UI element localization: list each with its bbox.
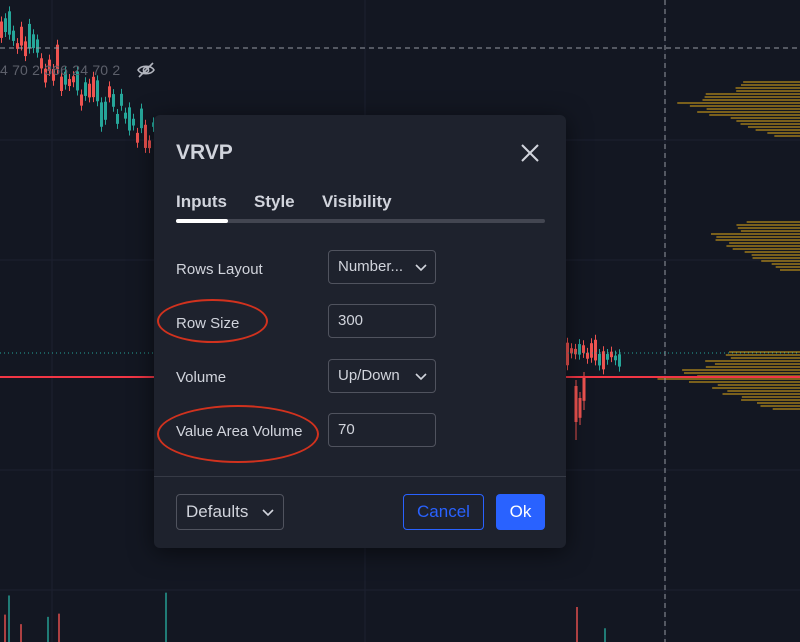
volume-bar [58, 613, 60, 642]
cancel-button[interactable]: Cancel [403, 494, 484, 530]
chevron-down-icon [415, 373, 427, 381]
candle-body [0, 21, 3, 38]
candle-body [80, 94, 83, 106]
candle-body [28, 23, 31, 49]
candle-body [32, 34, 35, 49]
rows-layout-value: Number... [338, 258, 404, 275]
candle-body [606, 354, 609, 360]
volume-bar [576, 606, 578, 642]
row-size-label: Row Size [176, 315, 240, 332]
candle-body [614, 355, 617, 361]
volume-label: Volume [176, 369, 227, 386]
candle-body [144, 124, 147, 148]
candle-body [594, 339, 597, 361]
tab-track [176, 219, 545, 223]
candle-body [566, 342, 569, 366]
dialog-title: VRVP [176, 141, 233, 164]
value-area-volume-input[interactable]: 70 [328, 413, 436, 447]
candle-body [96, 80, 99, 102]
candle-body [148, 140, 151, 149]
candle-body [88, 83, 91, 98]
candle-body [578, 398, 582, 418]
value-area-volume-label: Value Area Volume [176, 423, 303, 440]
volume-value: Up/Down [338, 367, 400, 384]
rows-layout-select[interactable]: Number... [328, 250, 436, 284]
candle-body [582, 345, 585, 353]
indicator-legend-values: 4 70 2 366 24 70 2 [0, 62, 121, 78]
tab-inputs[interactable]: Inputs [176, 192, 227, 212]
volume-select[interactable]: Up/Down [328, 359, 436, 393]
candle-body [12, 30, 15, 41]
close-icon[interactable] [516, 139, 544, 167]
chevron-down-icon [262, 509, 274, 517]
volume-bars [4, 592, 606, 642]
candle-body [618, 354, 621, 367]
candle-body [24, 41, 27, 57]
candle-body [8, 11, 11, 35]
candle-body [128, 107, 131, 131]
candle-body [582, 378, 586, 401]
candle-body [116, 113, 119, 124]
candle-body [84, 82, 87, 96]
candle-body [124, 112, 127, 119]
candle-body [100, 102, 103, 127]
volume-bar [604, 628, 606, 642]
candle-body [60, 76, 63, 92]
candle-body [108, 86, 111, 98]
defaults-dropdown[interactable]: Defaults [176, 494, 284, 530]
candle-body [610, 351, 613, 358]
ok-button[interactable]: Ok [496, 494, 545, 530]
candle-body [136, 132, 139, 143]
volume-bar [8, 595, 10, 642]
active-tab-indicator [176, 219, 228, 223]
candle-body [92, 76, 95, 98]
candle-body [574, 386, 578, 422]
candle-body [590, 343, 593, 358]
candle-body [120, 93, 123, 106]
candle-body [4, 18, 7, 33]
candle-body [112, 94, 115, 107]
volume-bar [47, 616, 49, 642]
tab-visibility[interactable]: Visibility [322, 192, 392, 212]
eye-off-icon[interactable] [136, 60, 156, 80]
volume-profile [657, 81, 800, 410]
candle-body [140, 108, 143, 129]
candle-body [598, 354, 601, 366]
chevron-down-icon [415, 264, 427, 272]
candle-body [602, 351, 605, 370]
volume-bar [165, 592, 167, 642]
footer-divider [154, 476, 566, 477]
row-size-input[interactable]: 300 [328, 304, 436, 338]
candle-body [68, 79, 71, 87]
candle-body [586, 352, 589, 359]
candle-body [132, 118, 135, 126]
rows-layout-label: Rows Layout [176, 261, 263, 278]
volume-bar [20, 624, 22, 642]
volume-bar [4, 614, 6, 642]
candle-body [104, 101, 107, 120]
candle-body [20, 26, 23, 46]
vrvp-settings-dialog: VRVP Inputs Style Visibility Rows Layout… [154, 115, 566, 548]
candle-body [36, 39, 39, 53]
tab-style[interactable]: Style [254, 192, 295, 212]
defaults-label: Defaults [186, 502, 249, 521]
